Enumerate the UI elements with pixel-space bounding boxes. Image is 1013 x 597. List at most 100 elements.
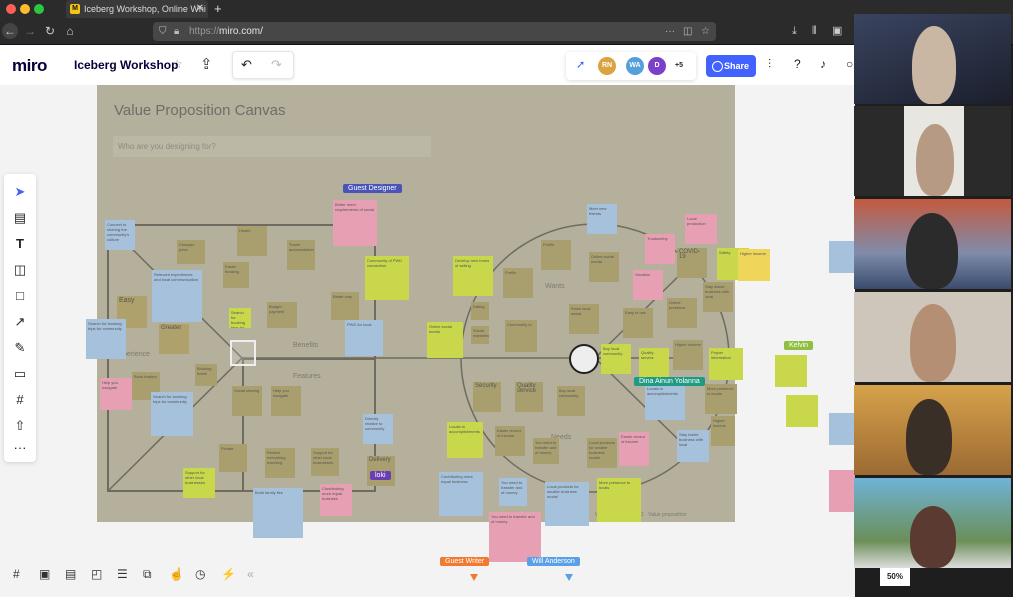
zoom-level[interactable]: 50% bbox=[880, 568, 910, 586]
sticky-note[interactable]: Easier booking bbox=[223, 262, 249, 288]
sticky-note[interactable]: Review everything traveling bbox=[265, 448, 295, 478]
notification-bell-icon[interactable]: ♪ bbox=[820, 57, 826, 71]
pocket-icon[interactable]: ◫ bbox=[683, 24, 692, 39]
timer-icon[interactable]: ◷ bbox=[195, 567, 205, 581]
sticky-note[interactable]: Booking detail bbox=[195, 364, 217, 386]
shield-icon[interactable]: ⛉ bbox=[159, 24, 167, 39]
sticky-note[interactable]: Easier record of income bbox=[619, 432, 649, 466]
settings-sliders-icon[interactable]: ⫶ bbox=[768, 57, 771, 72]
sticky-note[interactable]: Cheaper price bbox=[177, 240, 205, 264]
sticky-note[interactable]: Buy local community bbox=[601, 344, 631, 374]
sticky-note[interactable] bbox=[829, 470, 855, 512]
avatar[interactable]: D bbox=[648, 57, 666, 75]
share-button[interactable]: Share bbox=[706, 55, 756, 77]
cards-icon[interactable]: ◰ bbox=[91, 567, 102, 581]
address-bar[interactable]: ⛉ 🔒︎ https://miro.com/ ··· ◫ ☆ bbox=[153, 22, 716, 41]
collapse-icon[interactable]: « bbox=[247, 567, 254, 581]
sticky-note[interactable]: Locals to accomplishments bbox=[447, 422, 483, 458]
sticky-note[interactable]: Online presence bbox=[667, 298, 697, 328]
sticky-note[interactable]: Local products for smaller business mode… bbox=[545, 482, 589, 526]
value-proposition-frame[interactable]: Value Proposition Canvas Who are you des… bbox=[97, 76, 749, 562]
sticky-note[interactable]: Community of PWD connection bbox=[365, 256, 409, 300]
redo-icon[interactable]: ↷ bbox=[271, 57, 282, 73]
sticky-note[interactable]: Search for booking trips for community bbox=[151, 392, 193, 436]
back-icon[interactable]: ← bbox=[2, 23, 18, 39]
new-tab-button[interactable]: + bbox=[214, 0, 222, 18]
sticky-note[interactable]: Easy to use bbox=[623, 308, 653, 338]
upload-file-icon[interactable]: ⇧ bbox=[12, 418, 28, 434]
sticky-note[interactable]: Know local social bbox=[569, 304, 599, 334]
video-tile[interactable] bbox=[854, 478, 1011, 568]
download-icon[interactable]: ⤓ bbox=[792, 23, 797, 39]
sticky-note[interactable]: Vacation bbox=[633, 270, 663, 300]
sticky-note[interactable]: You need to transfer and of money bbox=[533, 438, 559, 464]
sticky-note[interactable]: Stay inside business with local bbox=[677, 430, 709, 462]
board-name[interactable]: Iceberg Workshop bbox=[74, 58, 178, 72]
sticky-note[interactable]: Search for booking trips for community bbox=[229, 308, 251, 328]
help-icon[interactable]: ? bbox=[794, 57, 801, 71]
forward-icon[interactable]: → bbox=[22, 23, 38, 39]
sticky-note[interactable]: Buy local community bbox=[557, 386, 585, 416]
sticky-note[interactable]: Connect to sharing the community's cultu… bbox=[105, 220, 135, 250]
sticky-note[interactable]: Easier record of income bbox=[495, 426, 525, 456]
sticky-note[interactable]: Local products for smaller business mode… bbox=[587, 438, 617, 468]
chat-icon[interactable]: ▤ bbox=[65, 567, 76, 581]
sticky-note[interactable]: Online social media bbox=[589, 252, 619, 282]
avatar[interactable]: RN bbox=[598, 57, 616, 75]
frame-icon[interactable]: # bbox=[12, 392, 28, 408]
url-text[interactable]: https://miro.com/ bbox=[189, 22, 263, 41]
sticky-note[interactable]: Profile bbox=[541, 240, 571, 270]
sticky-note[interactable]: Travel accomodation bbox=[287, 240, 315, 270]
sticky-note[interactable] bbox=[829, 241, 855, 273]
sticky-note[interactable]: Budget payment bbox=[267, 302, 297, 328]
sticky-note[interactable]: Contributing more equal business bbox=[320, 484, 352, 516]
sticky-note[interactable]: Relevant experiences and local communica… bbox=[152, 270, 202, 322]
home-icon[interactable]: ⌂ bbox=[62, 23, 78, 39]
sidebar-icon[interactable]: ▣ bbox=[832, 23, 842, 39]
sticky-note[interactable]: More presence to locals bbox=[705, 384, 737, 414]
sticky-note[interactable]: Greater bbox=[159, 324, 189, 354]
sticky-note[interactable]: Security bbox=[473, 382, 501, 412]
miro-logo[interactable]: miro bbox=[12, 56, 47, 76]
frames-icon[interactable]: # bbox=[13, 567, 20, 581]
zoom-window-button[interactable] bbox=[34, 4, 44, 14]
sticky-note[interactable]: Help you navigate bbox=[100, 378, 132, 410]
miro-app[interactable]: Value Proposition Canvas Who are you des… bbox=[0, 45, 855, 597]
sticky-note[interactable]: More presence to locals bbox=[597, 478, 641, 522]
list-icon[interactable]: ☰ bbox=[117, 567, 128, 581]
sticky-note[interactable]: Proper information bbox=[709, 348, 743, 380]
select-cursor-icon[interactable]: ➤ bbox=[12, 184, 28, 200]
sticky-note[interactable]: Higher income bbox=[738, 249, 770, 281]
upload-icon[interactable]: ⇪ bbox=[200, 55, 213, 73]
reload-icon[interactable]: ↻ bbox=[42, 23, 58, 39]
sticky-note[interactable]: Trustworthy bbox=[645, 234, 675, 264]
video-tile[interactable] bbox=[854, 292, 1011, 382]
pen-icon[interactable]: ✎ bbox=[12, 340, 28, 356]
sticky-note[interactable]: Better way bbox=[331, 292, 359, 320]
templates-icon[interactable]: ▤ bbox=[12, 210, 28, 226]
power-icon[interactable]: ⚡ bbox=[221, 567, 236, 581]
bookmark-star-icon[interactable]: ☆ bbox=[701, 24, 710, 39]
sticky-note[interactable] bbox=[786, 395, 818, 427]
sticky-note[interactable]: Contributing more equal business bbox=[439, 472, 483, 516]
page-actions-icon[interactable]: ··· bbox=[665, 24, 675, 39]
sticky-note[interactable]: Social sharing bbox=[232, 386, 262, 416]
cursor-follow-icon[interactable]: ➚ bbox=[576, 58, 585, 71]
star-icon[interactable]: ☆ bbox=[172, 57, 183, 71]
sticky-note[interactable]: Build family ties bbox=[253, 488, 303, 538]
sticky-note[interactable]: Profile bbox=[503, 268, 533, 298]
video-tile[interactable] bbox=[854, 14, 1011, 104]
sticky-note[interactable]: Directly relative to community bbox=[363, 414, 393, 444]
comments-icon[interactable]: ▣ bbox=[39, 567, 50, 581]
close-tab-icon[interactable]: ✕ bbox=[196, 0, 204, 18]
close-window-button[interactable] bbox=[6, 4, 16, 14]
sticky-note[interactable] bbox=[829, 413, 855, 445]
avatar[interactable]: WA bbox=[626, 57, 644, 75]
sticky-note[interactable]: Social marketing bbox=[471, 326, 489, 344]
sticky-note[interactable]: COVID-19 bbox=[677, 248, 707, 278]
sticky-note[interactable]: Higher income bbox=[673, 340, 703, 370]
sticky-note[interactable]: You need to transfer and of money bbox=[489, 512, 541, 562]
more-collaborators-count[interactable]: +5 bbox=[670, 57, 688, 75]
video-tile[interactable] bbox=[854, 385, 1011, 475]
search-icon[interactable]: ○ bbox=[846, 57, 853, 71]
